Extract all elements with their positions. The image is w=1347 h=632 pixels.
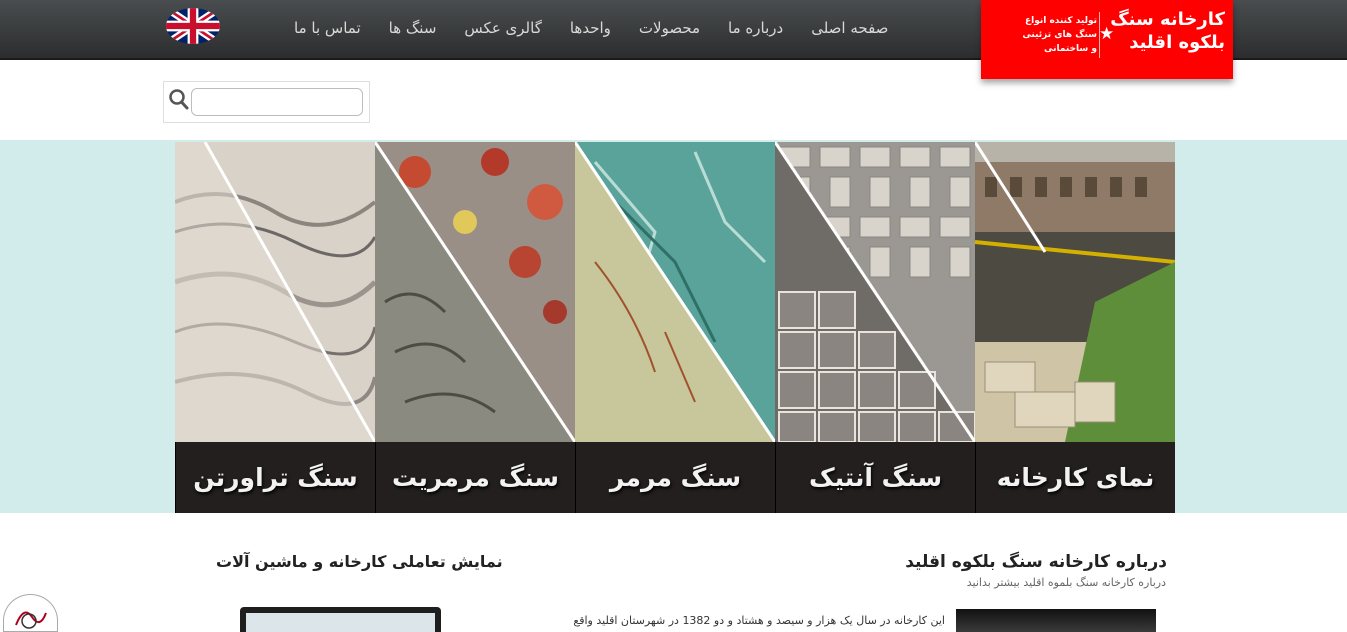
banner-tiles: سنگ تراورتن سنگ مرمریت سنگ مرمر سنگ آنتی… xyxy=(175,142,1175,513)
about-title[interactable]: درباره کارخانه سنگ بلکوه اقلید xyxy=(905,552,1167,572)
about-subtitle: درباره کارخانه سنگ بلموه اقلید بیشتر بدا… xyxy=(966,576,1166,589)
tile-marmarite[interactable]: سنگ مرمریت xyxy=(375,142,575,513)
search-input[interactable] xyxy=(191,88,363,116)
tile-travertine[interactable]: سنگ تراورتن xyxy=(175,142,375,513)
nav-item-products[interactable]: محصولات xyxy=(625,0,714,56)
tagline-line3: و ساختمانی xyxy=(1043,44,1097,54)
tile-diagonal xyxy=(575,142,775,442)
showcase-title[interactable]: نمایش تعاملی کارخانه و ماشین آلات xyxy=(216,552,503,571)
tagline-line2: سنگ های تزئینی xyxy=(1022,30,1097,40)
brand-tagline: تولید کننده انواع سنگ های تزئینی و ساختم… xyxy=(995,14,1097,56)
tile-factory[interactable]: نمای کارخانه xyxy=(975,142,1175,513)
brand-name-line2: بلکوه اقلید xyxy=(1129,32,1225,53)
corner-logo-icon[interactable] xyxy=(3,594,58,632)
stone-banner: سنگ تراورتن سنگ مرمریت سنگ مرمر سنگ آنتی… xyxy=(0,140,1347,513)
tile-diagonal xyxy=(775,142,975,442)
showcase-monitor[interactable] xyxy=(240,607,441,632)
brand-name: کارخانه سنگ بلکوه اقلید xyxy=(1097,8,1225,54)
search-box xyxy=(163,81,370,123)
brand-logo[interactable]: کارخانه سنگ بلکوه اقلید ★ تولید کننده ان… xyxy=(981,0,1233,79)
about-text: این کارخانه در سال یک هزار و سیصد و هشتا… xyxy=(573,614,945,627)
nav-item-units[interactable]: واحدها xyxy=(556,0,625,56)
star-icon: ★ xyxy=(1099,24,1115,44)
tile-diagonal xyxy=(975,142,1047,253)
nav-item-contact[interactable]: تماس با ما xyxy=(280,0,375,56)
tile-diagonal xyxy=(175,142,375,442)
brand-name-line1: کارخانه سنگ xyxy=(1110,9,1225,30)
tagline-line1: تولید کننده انواع xyxy=(1025,16,1097,26)
main-nav: صفحه اصلی درباره ما محصولات واحدها گالری… xyxy=(280,0,902,56)
about-thumbnail[interactable] xyxy=(956,609,1156,632)
tile-caption: سنگ آنتیک xyxy=(775,442,975,513)
tile-caption: سنگ تراورتن xyxy=(175,442,375,513)
monitor-screen xyxy=(246,613,435,632)
tile-diagonal xyxy=(375,142,575,442)
nav-item-about[interactable]: درباره ما xyxy=(714,0,797,56)
tile-caption: نمای کارخانه xyxy=(975,442,1175,513)
nav-item-gallery[interactable]: گالری عکس xyxy=(450,0,555,56)
nav-item-home[interactable]: صفحه اصلی xyxy=(797,0,902,56)
uk-flag-icon[interactable] xyxy=(166,8,220,44)
tile-caption: سنگ مرمر xyxy=(575,442,775,513)
tile-caption: سنگ مرمریت xyxy=(375,442,575,513)
nav-item-stones[interactable]: سنگ ها xyxy=(375,0,451,56)
search-icon[interactable] xyxy=(168,88,190,112)
tile-antique[interactable]: سنگ آنتیک xyxy=(775,142,975,513)
tile-marble[interactable]: سنگ مرمر xyxy=(575,142,775,513)
